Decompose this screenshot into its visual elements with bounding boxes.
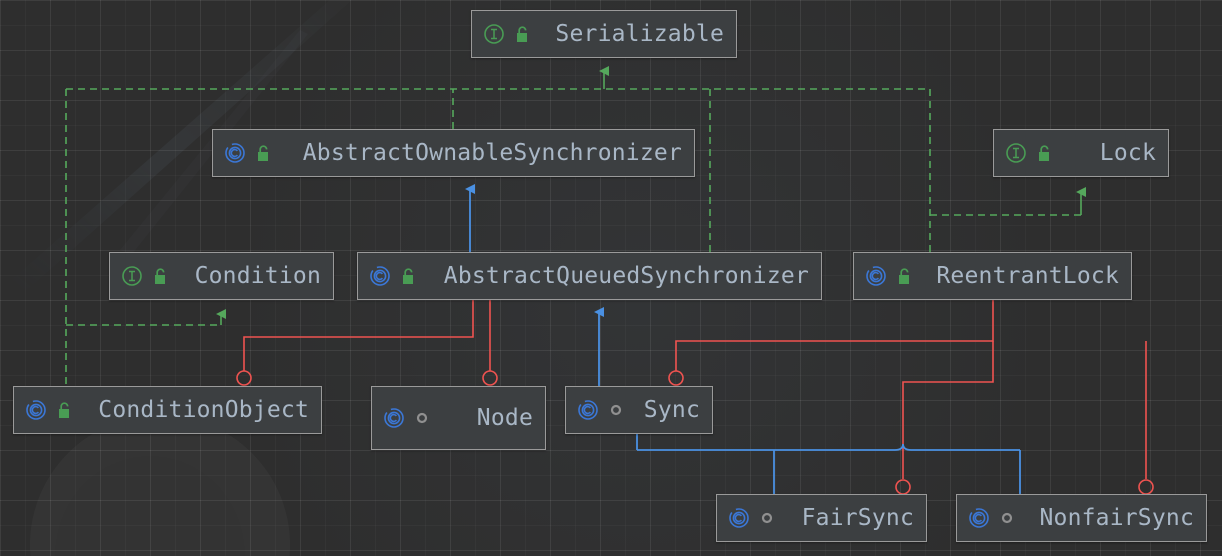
inner-class-endpoint xyxy=(1138,479,1154,495)
unlock-icon xyxy=(258,145,268,161)
extends-edges xyxy=(465,184,1021,494)
package-private-icon xyxy=(610,404,622,416)
class-name-condition-object: ConditionObject xyxy=(98,397,309,423)
unlock-icon xyxy=(403,268,413,284)
node-icons-nonfairsync xyxy=(967,506,1016,530)
class-icon xyxy=(729,508,749,528)
class-box-sync[interactable]: Sync xyxy=(565,386,713,434)
uml-class-diagram-canvas[interactable]: Serializable AbstractOwnableSynchronizer xyxy=(0,0,1222,556)
unlock-icon xyxy=(155,268,165,284)
inner-class-endpoint xyxy=(668,370,684,386)
class-box-abstract-ownable-synchronizer[interactable]: AbstractOwnableSynchronizer xyxy=(212,129,695,177)
class-box-serializable[interactable]: Serializable xyxy=(471,10,737,58)
package-private-icon xyxy=(1001,512,1013,524)
class-icon xyxy=(578,400,598,420)
class-box-lock[interactable]: Lock xyxy=(993,129,1169,177)
interface-icon xyxy=(484,24,504,44)
unlock-icon xyxy=(59,402,69,418)
interface-icon xyxy=(1006,143,1026,163)
node-icons-aos xyxy=(223,141,272,165)
class-box-fair-sync[interactable]: FairSync xyxy=(716,494,927,542)
class-box-node[interactable]: Node xyxy=(371,386,546,450)
node-icons-conditionobject xyxy=(24,398,73,422)
class-icon xyxy=(384,408,404,428)
class-box-reentrant-lock[interactable]: ReentrantLock xyxy=(853,252,1132,300)
class-name-serializable: Serializable xyxy=(555,21,724,47)
edge-reentrantlock-sync xyxy=(675,300,994,371)
unlock-icon xyxy=(517,26,527,42)
unlock-icon xyxy=(1039,145,1049,161)
edge-aqs-conditionobject xyxy=(243,300,474,371)
class-name-abstract-ownable-synchronizer: AbstractOwnableSynchronizer xyxy=(302,140,682,166)
implements-edges xyxy=(65,66,1086,386)
edge-subsync-bus xyxy=(637,443,1020,451)
unlock-icon xyxy=(899,268,909,284)
inner-class-endpoint xyxy=(236,370,252,386)
node-icons-serializable xyxy=(482,22,531,46)
class-name-reentrant-lock: ReentrantLock xyxy=(936,263,1119,289)
class-icon xyxy=(26,400,46,420)
class-box-nonfair-sync[interactable]: NonfairSync xyxy=(956,494,1207,542)
package-private-icon xyxy=(761,512,773,524)
node-icons-node xyxy=(382,406,431,430)
package-private-icon xyxy=(416,412,428,424)
class-icon xyxy=(969,508,989,528)
inner-class-endpoint xyxy=(482,370,498,386)
interface-icon xyxy=(122,266,142,286)
class-name-lock: Lock xyxy=(1099,140,1156,166)
node-icons-lock xyxy=(1004,141,1053,165)
node-icons-reentrantlock xyxy=(864,264,913,288)
class-box-condition[interactable]: Condition xyxy=(109,252,334,300)
class-box-condition-object[interactable]: ConditionObject xyxy=(13,386,322,434)
class-icon xyxy=(225,143,245,163)
edge-reentrantlock-fairsync xyxy=(902,341,994,479)
class-icon xyxy=(866,266,886,286)
node-icons-condition xyxy=(120,264,169,288)
node-icons-fairsync xyxy=(727,506,776,530)
inner-class-endpoint xyxy=(895,479,911,495)
class-name-node: Node xyxy=(476,405,533,431)
class-icon xyxy=(370,266,390,286)
class-name-nonfair-sync: NonfairSync xyxy=(1039,505,1194,531)
class-name-sync: Sync xyxy=(643,397,700,423)
node-icons-sync xyxy=(576,398,625,422)
class-name-abstract-queued-synchronizer: AbstractQueuedSynchronizer xyxy=(443,263,809,289)
class-name-fair-sync: FairSync xyxy=(801,505,914,531)
class-box-abstract-queued-synchronizer[interactable]: AbstractQueuedSynchronizer xyxy=(357,252,822,300)
node-icons-aqs xyxy=(368,264,417,288)
class-name-condition: Condition xyxy=(194,263,321,289)
